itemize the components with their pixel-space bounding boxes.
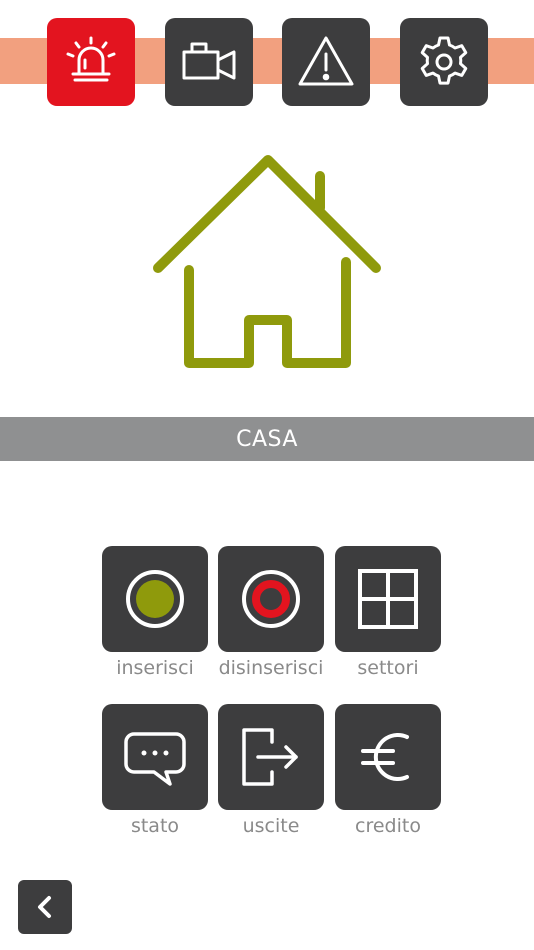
- arm-button[interactable]: [102, 546, 208, 652]
- house-icon: [153, 155, 381, 368]
- chat-bubble-icon: [124, 732, 186, 786]
- warning-icon: [298, 36, 354, 86]
- euro-icon: [361, 733, 409, 781]
- gear-icon: [420, 36, 468, 85]
- video-camera-icon: [182, 42, 236, 80]
- sectors-button[interactable]: [335, 546, 441, 652]
- outputs-button[interactable]: [218, 704, 324, 810]
- exit-icon: [242, 728, 298, 786]
- page-title: CASA: [0, 417, 534, 461]
- back-button[interactable]: [18, 880, 72, 934]
- siren-icon: [66, 36, 116, 82]
- settings-button[interactable]: [400, 18, 488, 106]
- sectors-label: settori: [357, 657, 419, 679]
- disarm-button[interactable]: [218, 546, 324, 652]
- warning-button[interactable]: [282, 18, 370, 106]
- grid-icon: [358, 569, 418, 629]
- credit-button[interactable]: [335, 704, 441, 810]
- disarm-icon: [242, 570, 300, 628]
- alarm-button[interactable]: [47, 18, 135, 106]
- arm-icon: [126, 570, 184, 628]
- credit-label: credito: [355, 815, 421, 837]
- camera-button[interactable]: [165, 18, 253, 106]
- chevron-left-icon: [38, 896, 51, 918]
- status-button[interactable]: [102, 704, 208, 810]
